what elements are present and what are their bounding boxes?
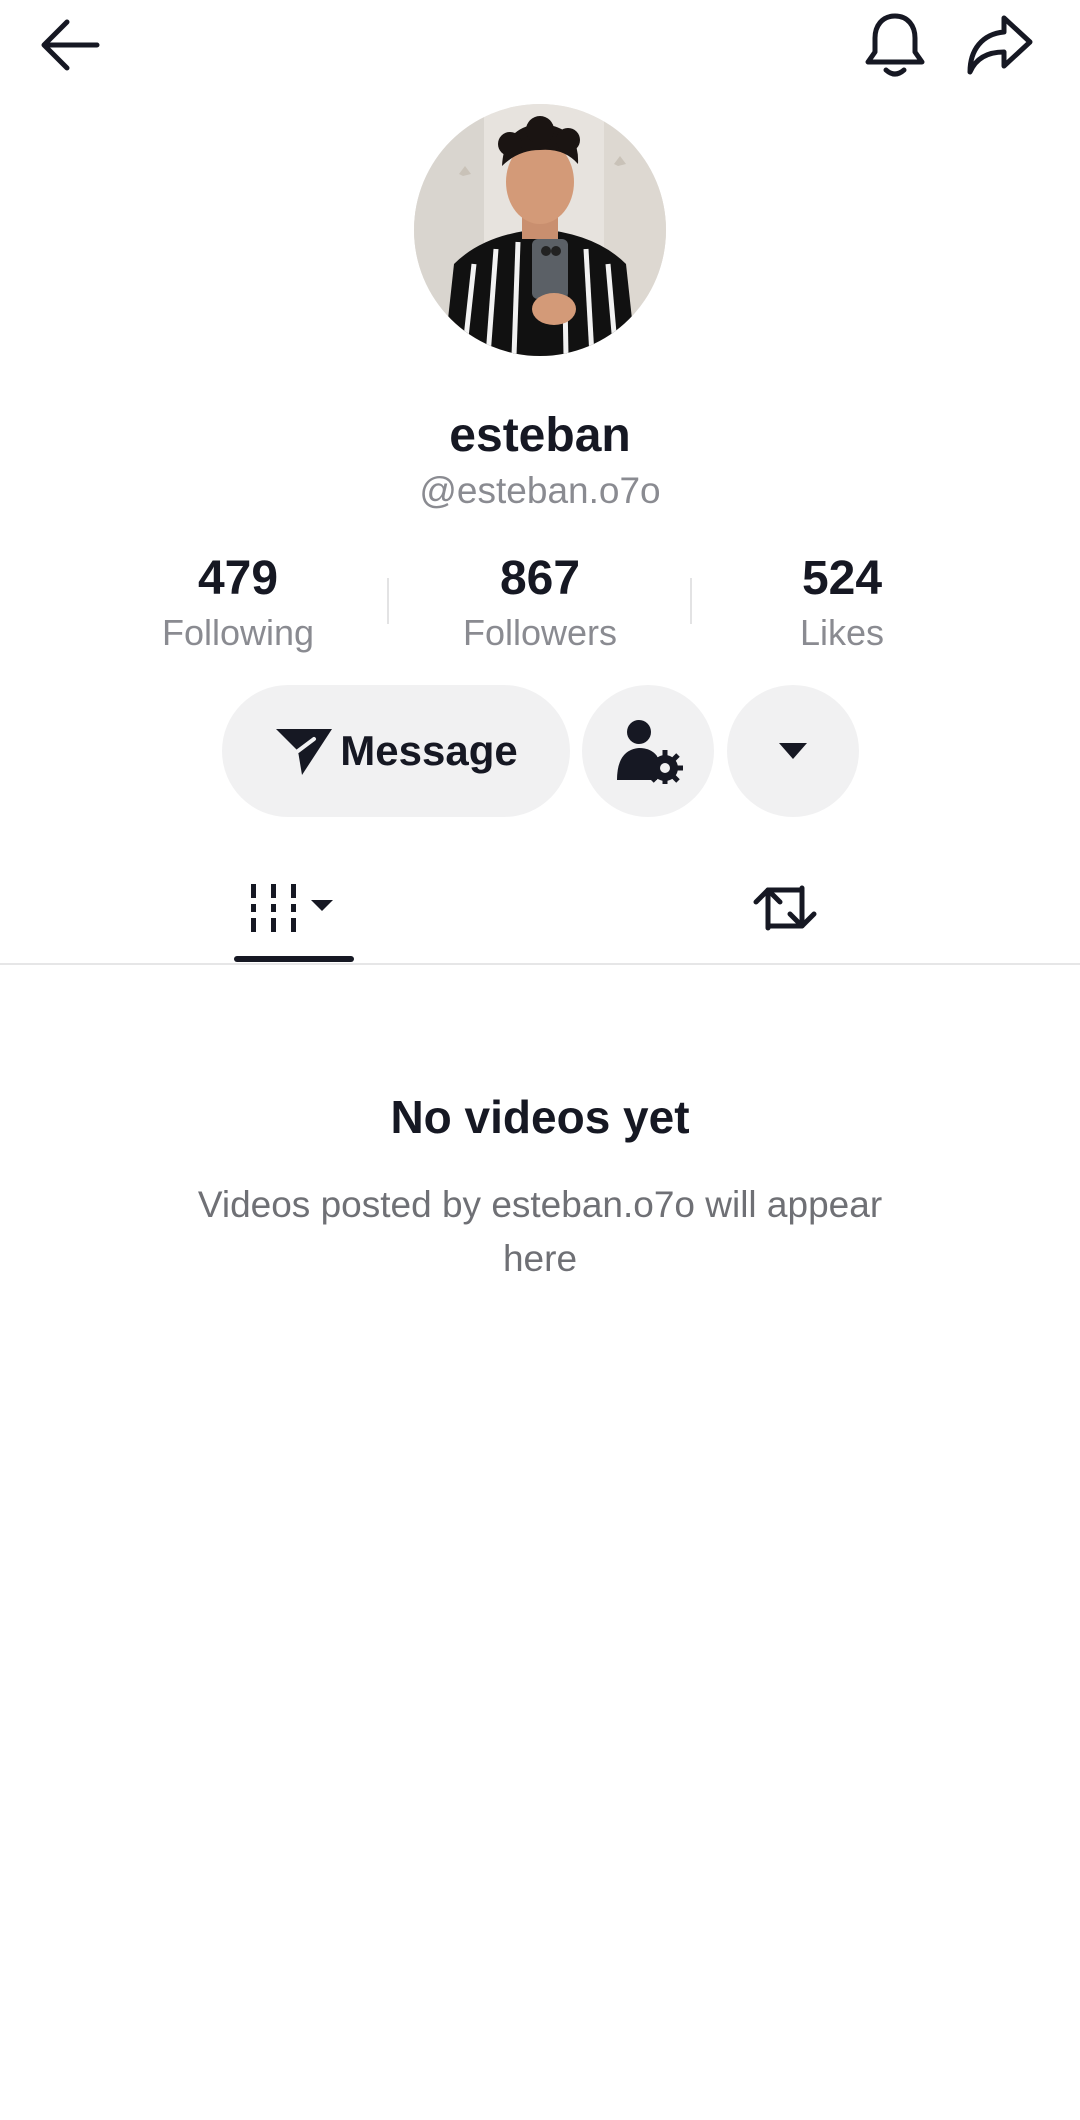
- arrow-left-icon: [41, 19, 100, 71]
- bell-icon: [865, 13, 925, 77]
- share-button[interactable]: [960, 5, 1040, 85]
- stat-divider: [690, 578, 692, 624]
- send-icon: [276, 729, 333, 775]
- followers-label: Followers: [462, 612, 618, 653]
- tab-bar-divider: [0, 963, 1080, 965]
- stat-divider: [387, 578, 389, 624]
- empty-state-subtitle: Videos posted by esteban.o7o will appear…: [197, 1184, 883, 1279]
- friend-settings-button[interactable]: [582, 685, 714, 817]
- followers-stat[interactable]: 867 Followers: [410, 550, 670, 658]
- following-stat[interactable]: 479 Following: [108, 550, 368, 658]
- more-options-dropdown-button[interactable]: [727, 685, 859, 817]
- active-tab-indicator: [234, 956, 354, 962]
- empty-state-title: No videos yet: [390, 1091, 690, 1143]
- tab-videos[interactable]: [234, 850, 354, 965]
- back-button[interactable]: [30, 10, 110, 80]
- followers-count: 867: [499, 552, 581, 605]
- avatar[interactable]: [414, 104, 666, 356]
- profile-photo: [414, 104, 666, 356]
- grid-icon: [251, 883, 333, 932]
- username-handle: @esteban.o7o: [419, 470, 661, 511]
- notification-bell-button[interactable]: [855, 5, 935, 85]
- following-label: Following: [161, 612, 315, 653]
- person-gear-icon: [617, 720, 683, 784]
- likes-count: 524: [801, 552, 883, 605]
- following-count: 479: [197, 552, 279, 605]
- message-button[interactable]: Message: [222, 685, 570, 817]
- message-button-label: Message: [340, 727, 518, 774]
- caret-down-icon: [779, 743, 807, 759]
- likes-stat[interactable]: 524 Likes: [712, 550, 972, 658]
- share-arrow-icon: [967, 15, 1033, 75]
- display-name: esteban: [449, 409, 631, 462]
- repost-icon: [753, 885, 817, 930]
- tab-reposts[interactable]: [735, 850, 835, 965]
- likes-label: Likes: [799, 612, 885, 653]
